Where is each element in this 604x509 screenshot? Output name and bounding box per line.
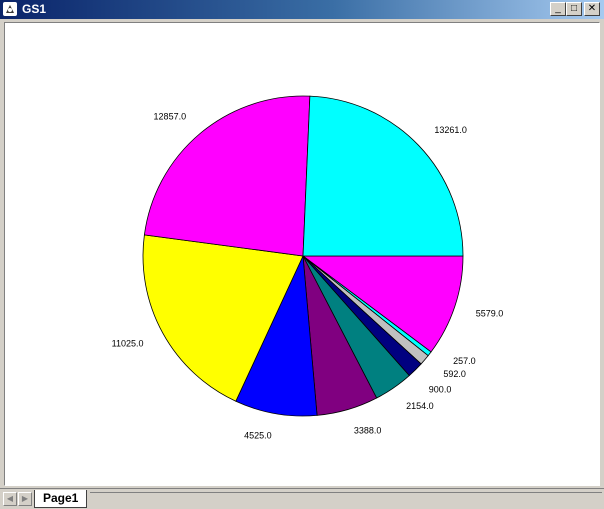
app-window: GS1 _ □ ✕ 5579.0 257.0 592.0 900.0 2154.0 338… (0, 0, 604, 509)
pie-chart: 5579.0 257.0 592.0 900.0 2154.0 3388.0 4525.0 1… (112, 95, 504, 440)
slice-label-5579.0: 5579.0 (476, 309, 504, 319)
maximize-button[interactable]: □ (566, 2, 582, 16)
maximize-icon: □ (570, 3, 578, 14)
arrow-right-icon: ▶ (21, 494, 29, 503)
slice-label-257.0: 257.0 (453, 356, 476, 366)
slice-label-4525.0: 4525.0 (244, 430, 272, 440)
slice-label-13261.0: 13261.0 (434, 125, 467, 135)
title-bar[interactable]: GS1 _ □ ✕ (0, 0, 604, 19)
horizontal-scrollbar[interactable] (90, 492, 602, 506)
sheet-tab-bar: ◀ ▶ Page1 (0, 488, 604, 509)
slice-label-900.0: 900.0 (429, 385, 452, 395)
minimize-icon: _ (555, 3, 561, 14)
minimize-button[interactable]: _ (550, 2, 566, 16)
pie-slice-13261.0 (302, 95, 464, 257)
sheet-tab-page1[interactable]: Page1 (34, 490, 88, 508)
close-icon: ✕ (587, 3, 597, 14)
slice-label-3388.0: 3388.0 (354, 426, 382, 436)
app-icon[interactable] (3, 2, 17, 16)
window-title: GS1 (22, 2, 47, 16)
slice-label-592.0: 592.0 (443, 369, 466, 379)
next-sheet-button[interactable]: ▶ (18, 492, 32, 506)
arrow-left-icon: ◀ (6, 494, 14, 503)
app-logo-glyph (6, 5, 14, 13)
slice-label-12857.0: 12857.0 (154, 112, 187, 122)
slice-label-2154.0: 2154.0 (406, 401, 434, 411)
slice-label-11025.0: 11025.0 (112, 339, 144, 349)
prev-sheet-button[interactable]: ◀ (3, 492, 17, 506)
chart-canvas: 5579.0 257.0 592.0 900.0 2154.0 3388.0 4525.0 1… (4, 22, 600, 486)
close-button[interactable]: ✕ (584, 2, 600, 16)
